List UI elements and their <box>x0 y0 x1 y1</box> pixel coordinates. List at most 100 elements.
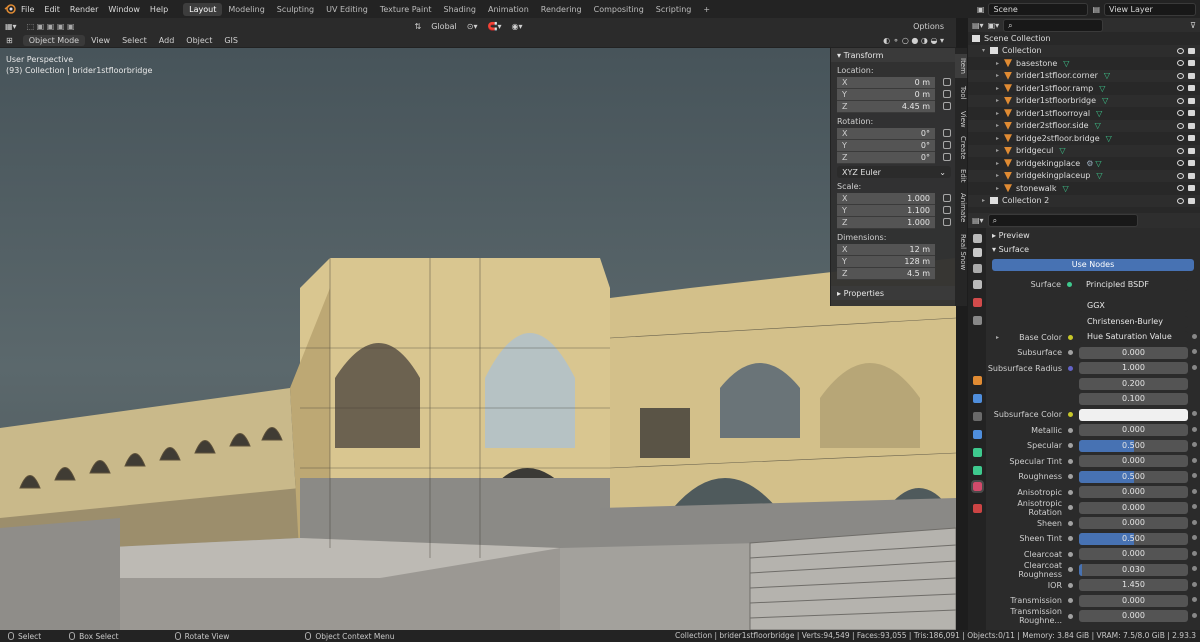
camera-icon[interactable] <box>1188 85 1195 91</box>
collection2-row[interactable]: ▸ Collection 2 <box>968 194 1200 207</box>
lock-icon[interactable] <box>943 141 951 149</box>
camera-icon[interactable] <box>1188 110 1195 116</box>
keyframe-dot-icon[interactable] <box>1192 581 1197 587</box>
eye-icon[interactable] <box>1177 172 1184 179</box>
input-socket-icon[interactable] <box>1068 505 1073 511</box>
input-value-field[interactable]: 0.000 <box>1079 346 1188 359</box>
eye-icon[interactable] <box>1177 110 1184 116</box>
tab-scripting[interactable]: Scripting <box>650 3 698 16</box>
dimensions-z[interactable]: Z 4.5 m <box>837 268 935 280</box>
tab-layout[interactable]: Layout <box>183 2 223 16</box>
list-item[interactable]: ▸ brider2stfloor.side ▽ <box>968 119 1200 132</box>
rotation-mode-dropdown[interactable]: XYZ Euler ⌄ <box>837 166 951 178</box>
expand-icon[interactable]: ▸ <box>996 60 1004 67</box>
outliner-editor-icon[interactable]: ▤▾ <box>972 21 984 30</box>
input-value-field[interactable]: 0.500 <box>1079 532 1188 545</box>
lock-icon[interactable] <box>943 194 951 202</box>
physics-tab-icon[interactable] <box>973 430 982 439</box>
menu-render[interactable]: Render <box>65 5 103 14</box>
scene-collection-row[interactable]: Scene Collection <box>968 32 1200 45</box>
rotation-x[interactable]: X 0° <box>837 128 951 140</box>
mode-dropdown[interactable]: Object Mode <box>22 35 86 46</box>
input-value-field[interactable]: 0.000 <box>1079 424 1188 437</box>
input-socket-icon[interactable] <box>1068 427 1073 433</box>
eye-icon[interactable] <box>1177 97 1184 104</box>
input-socket-icon[interactable] <box>1068 365 1073 371</box>
eye-icon[interactable] <box>1177 135 1184 141</box>
keyframe-dot-icon[interactable] <box>1192 597 1197 602</box>
keyframe-dot-icon[interactable] <box>1192 349 1197 354</box>
editor-menu-icon[interactable]: ⊞ <box>0 36 19 45</box>
expand-icon[interactable]: ▸ <box>996 72 1004 79</box>
collection-row[interactable]: ▾ Collection <box>968 44 1200 57</box>
eye-icon[interactable] <box>1177 197 1184 204</box>
input-socket-icon[interactable] <box>1068 536 1073 542</box>
scale-x[interactable]: X 1.000 <box>837 193 951 205</box>
proportional-icon[interactable]: ◉▾ <box>506 22 527 31</box>
input-value-field[interactable]: 0.000 <box>1079 486 1188 499</box>
camera-icon[interactable] <box>1188 185 1195 191</box>
input-value-field[interactable]: 0.200 <box>1079 377 1188 390</box>
world-tab-icon[interactable] <box>973 316 982 325</box>
keyframe-dot-icon[interactable] <box>1192 504 1197 509</box>
keyframe-dot-icon[interactable] <box>1192 457 1197 463</box>
expand-icon[interactable]: ▸ <box>982 197 990 204</box>
input-value-field[interactable]: 1.000 <box>1079 362 1188 375</box>
tab-compositing[interactable]: Compositing <box>588 3 650 16</box>
keyframe-dot-icon[interactable] <box>1192 364 1197 370</box>
camera-icon[interactable] <box>1188 97 1195 104</box>
tab-real-snow[interactable]: Real Snow <box>955 232 967 272</box>
keyframe-dot-icon[interactable] <box>1192 612 1197 618</box>
camera-icon[interactable] <box>1188 147 1195 154</box>
list-item[interactable]: ▸ brider1stfloorbridge ▽ <box>968 94 1200 107</box>
input-socket-icon[interactable] <box>1068 551 1073 557</box>
tab-animate[interactable]: Animate <box>955 190 967 226</box>
material-tab-icon[interactable] <box>971 480 984 493</box>
input-value-field[interactable]: 0.000 <box>1079 455 1188 468</box>
input-socket-icon[interactable] <box>1068 613 1073 619</box>
expand-icon[interactable]: ▸ <box>996 135 1004 142</box>
eye-icon[interactable] <box>1177 60 1184 66</box>
lock-icon[interactable] <box>943 102 951 110</box>
tool-tab-icon[interactable] <box>973 234 982 243</box>
editor-type-icon[interactable]: ▦▾ <box>0 22 22 31</box>
list-item[interactable]: ▸ bridge2stfloor.bridge ▽ <box>968 132 1200 145</box>
eye-icon[interactable] <box>1177 122 1184 129</box>
eye-icon[interactable] <box>1177 47 1184 54</box>
input-socket-icon[interactable] <box>1068 520 1073 526</box>
input-socket-icon[interactable] <box>1068 567 1073 573</box>
scene-tab-icon[interactable] <box>973 298 982 307</box>
constraints-tab-icon[interactable] <box>973 448 982 457</box>
keyframe-dot-icon[interactable] <box>1192 473 1197 478</box>
shading-mode-icons[interactable]: ◐ ⚬ ○ ● ◑ ◒ ▾ <box>877 36 956 45</box>
input-socket-icon[interactable] <box>1068 443 1073 449</box>
pivot-icon[interactable]: ⊙▾ <box>462 22 483 31</box>
expand-icon[interactable]: ▸ <box>996 122 1004 129</box>
dimensions-x[interactable]: X 12 m <box>837 244 935 256</box>
location-z[interactable]: Z 4.45 m <box>837 101 951 113</box>
input-value-field[interactable]: 0.000 <box>1079 501 1188 514</box>
keyframe-dot-icon[interactable] <box>1192 426 1197 432</box>
input-value-field[interactable]: 0.100 <box>1079 393 1188 406</box>
options-dropdown[interactable]: Options <box>908 22 956 31</box>
camera-icon[interactable] <box>1188 197 1195 204</box>
list-item[interactable]: ▸ basestone ▽ <box>968 57 1200 70</box>
eye-icon[interactable] <box>1177 160 1184 166</box>
tab-edit[interactable]: Edit <box>955 166 967 186</box>
particles-tab-icon[interactable] <box>973 412 982 421</box>
list-item[interactable]: ▸ brider1stfloor.ramp ▽ <box>968 82 1200 95</box>
menu-select[interactable]: Select <box>116 36 153 45</box>
expand-icon[interactable]: ▸ <box>996 334 999 341</box>
properties-section[interactable]: ▸ Properties <box>831 286 955 300</box>
lock-icon[interactable] <box>943 218 951 226</box>
view-layer-tab-icon[interactable] <box>973 280 982 289</box>
expand-icon[interactable]: ▾ <box>982 47 990 54</box>
camera-icon[interactable] <box>1188 135 1195 141</box>
use-nodes-button[interactable]: Use Nodes <box>992 259 1194 271</box>
menu-object[interactable]: Object <box>180 36 218 45</box>
keyframe-dot-icon[interactable] <box>1192 550 1197 556</box>
render-tab-icon[interactable] <box>973 248 982 257</box>
tab-view[interactable]: View <box>955 108 967 130</box>
tab-uv-editing[interactable]: UV Editing <box>320 3 374 16</box>
keyframe-dot-icon[interactable] <box>1192 566 1197 571</box>
